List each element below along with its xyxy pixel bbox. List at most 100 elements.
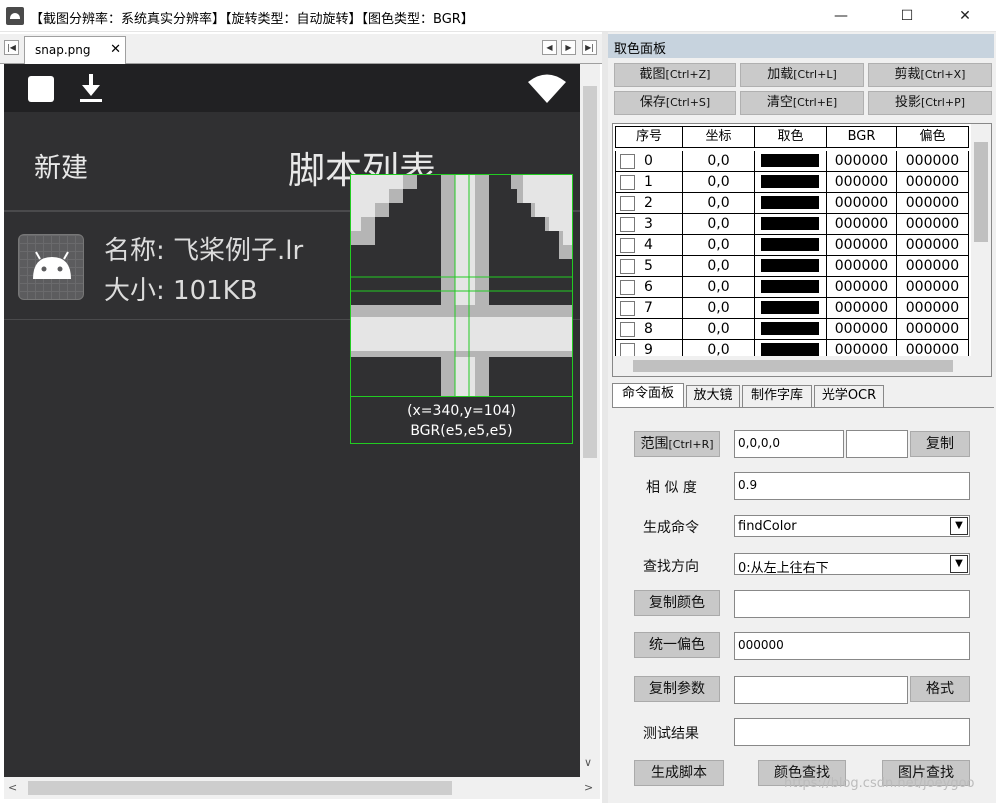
gen-command-label: 生成命令 <box>643 520 699 536</box>
row-index: 4 <box>644 237 653 253</box>
scroll-right-arrow-icon[interactable]: > <box>584 781 593 794</box>
find-direction-select[interactable]: 0:从左上往右下 ▼ <box>734 553 970 576</box>
unify-offset-button[interactable]: 统一偏色 <box>634 632 720 658</box>
row-color-swatch <box>755 214 827 235</box>
crop-button[interactable]: 剪裁[Ctrl+X] <box>868 63 992 87</box>
color-swatch <box>761 259 819 272</box>
table-row[interactable]: 0 0,0 000000 000000 <box>615 151 971 172</box>
canvas-vertical-scroll-thumb[interactable] <box>583 86 597 458</box>
tab-first-button[interactable]: |◀ <box>4 40 19 55</box>
row-index-cell: 8 <box>615 319 683 340</box>
table-row[interactable]: 4 0,0 000000 000000 <box>615 235 971 256</box>
table-row[interactable]: 3 0,0 000000 000000 <box>615 214 971 235</box>
load-button[interactable]: 加载[Ctrl+L] <box>740 63 864 87</box>
table-vertical-scroll-thumb[interactable] <box>974 142 988 242</box>
row-checkbox[interactable] <box>620 154 635 169</box>
row-checkbox[interactable] <box>620 238 635 253</box>
gen-command-select[interactable]: findColor ▼ <box>734 515 970 537</box>
row-checkbox[interactable] <box>620 301 635 316</box>
tab-last-button[interactable]: ▶| <box>582 40 597 55</box>
format-button[interactable]: 格式 <box>910 676 970 702</box>
row-bgr: 000000 <box>827 235 897 256</box>
color-swatch <box>761 217 819 230</box>
row-coord: 0,0 <box>683 151 755 172</box>
row-bgr: 000000 <box>827 298 897 319</box>
tab-close-icon[interactable]: ✕ <box>110 42 121 57</box>
script-name: 名称: 飞桨例子.lr <box>104 236 304 266</box>
tab-font-library[interactable]: 制作字库 <box>742 385 812 407</box>
table-row[interactable]: 2 0,0 000000 000000 <box>615 193 971 214</box>
row-checkbox[interactable] <box>620 217 635 232</box>
table-row[interactable]: 5 0,0 000000 000000 <box>615 256 971 277</box>
tab-prev-button[interactable]: ◀ <box>542 40 557 55</box>
table-row[interactable]: 7 0,0 000000 000000 <box>615 298 971 319</box>
row-index-cell: 3 <box>615 214 683 235</box>
header-coord: 坐标 <box>683 126 755 148</box>
scroll-down-arrow-icon[interactable]: ∨ <box>584 756 592 769</box>
row-checkbox[interactable] <box>620 280 635 295</box>
color-swatch <box>761 238 819 251</box>
row-coord: 0,0 <box>683 277 755 298</box>
status-bar <box>4 64 580 112</box>
range-input[interactable]: 0,0,0,0 <box>734 430 844 458</box>
chevron-down-icon[interactable]: ▼ <box>950 555 968 573</box>
tab-command-panel[interactable]: 命令面板 <box>612 383 684 407</box>
row-offset: 000000 <box>897 151 969 172</box>
generate-script-button[interactable]: 生成脚本 <box>634 760 724 786</box>
row-checkbox[interactable] <box>620 196 635 211</box>
row-offset: 000000 <box>897 235 969 256</box>
canvas-horizontal-scroll-thumb[interactable] <box>28 781 452 795</box>
row-index: 8 <box>644 321 653 337</box>
screenshot-canvas[interactable]: 新建 脚本列表 名称: 飞桨例子.lr 大小: 101KB (x=340,y=1… <box>4 64 580 777</box>
title-bar: 【截图分辨率：系统真实分辨率】【旋转类型：自动旋转】【图色类型：BGR】 — ☐… <box>0 0 996 32</box>
row-bgr: 000000 <box>827 193 897 214</box>
row-bgr: 000000 <box>827 277 897 298</box>
copy-params-input[interactable] <box>734 676 908 704</box>
similarity-input[interactable]: 0.9 <box>734 472 970 500</box>
row-offset: 000000 <box>897 277 969 298</box>
table-row[interactable]: 6 0,0 000000 000000 <box>615 277 971 298</box>
table-row[interactable]: 8 0,0 000000 000000 <box>615 319 971 340</box>
tab-ocr[interactable]: 光学OCR <box>814 385 884 407</box>
scroll-left-arrow-icon[interactable]: < <box>8 781 17 794</box>
screenshot-button[interactable]: 截图[Ctrl+Z] <box>614 63 736 87</box>
close-button[interactable]: ✕ <box>942 0 988 32</box>
row-index-cell: 0 <box>615 151 683 172</box>
tab-snap-png[interactable]: snap.png ✕ <box>24 36 126 64</box>
unify-offset-input[interactable]: 000000 <box>734 632 970 660</box>
copy-color-input[interactable] <box>734 590 970 618</box>
row-offset: 000000 <box>897 256 969 277</box>
tab-magnifier[interactable]: 放大镜 <box>686 385 740 407</box>
window-title: 【截图分辨率：系统真实分辨率】【旋转类型：自动旋转】【图色类型：BGR】 <box>30 12 474 27</box>
range-extra-input[interactable] <box>846 430 908 458</box>
row-index-cell: 4 <box>615 235 683 256</box>
row-checkbox[interactable] <box>620 322 635 337</box>
row-checkbox[interactable] <box>620 175 635 190</box>
row-bgr: 000000 <box>827 256 897 277</box>
clear-button[interactable]: 清空[Ctrl+E] <box>740 91 864 115</box>
chevron-down-icon[interactable]: ▼ <box>950 517 968 535</box>
row-checkbox[interactable] <box>620 259 635 274</box>
row-color-swatch <box>755 193 827 214</box>
maximize-button[interactable]: ☐ <box>884 0 930 32</box>
tab-next-button[interactable]: ▶ <box>561 40 576 55</box>
copy-params-button[interactable]: 复制参数 <box>634 676 720 702</box>
row-index: 6 <box>644 279 653 295</box>
copy-color-button[interactable]: 复制颜色 <box>634 590 720 616</box>
table-row[interactable]: 1 0,0 000000 000000 <box>615 172 971 193</box>
copy-range-button[interactable]: 复制 <box>910 431 970 457</box>
row-coord: 0,0 <box>683 193 755 214</box>
color-table: 序号 坐标 取色 BGR 偏色 0 0,0 000000 000000 1 0,0 0000… <box>612 123 992 377</box>
similarity-label: 相 似 度 <box>646 480 697 496</box>
save-button[interactable]: 保存[Ctrl+S] <box>614 91 736 115</box>
new-button[interactable]: 新建 <box>34 146 88 185</box>
find-direction-label: 查找方向 <box>643 559 699 575</box>
project-button[interactable]: 投影[Ctrl+P] <box>868 91 992 115</box>
color-panel-header: 取色面板 <box>608 34 994 58</box>
find-direction-value: 0:从左上往右下 <box>738 561 829 576</box>
range-button[interactable]: 范围[Ctrl+R] <box>634 431 720 457</box>
table-horizontal-scroll-thumb[interactable] <box>633 360 953 372</box>
row-bgr: 000000 <box>827 151 897 172</box>
android-icon <box>18 234 84 300</box>
minimize-button[interactable]: — <box>818 0 864 32</box>
